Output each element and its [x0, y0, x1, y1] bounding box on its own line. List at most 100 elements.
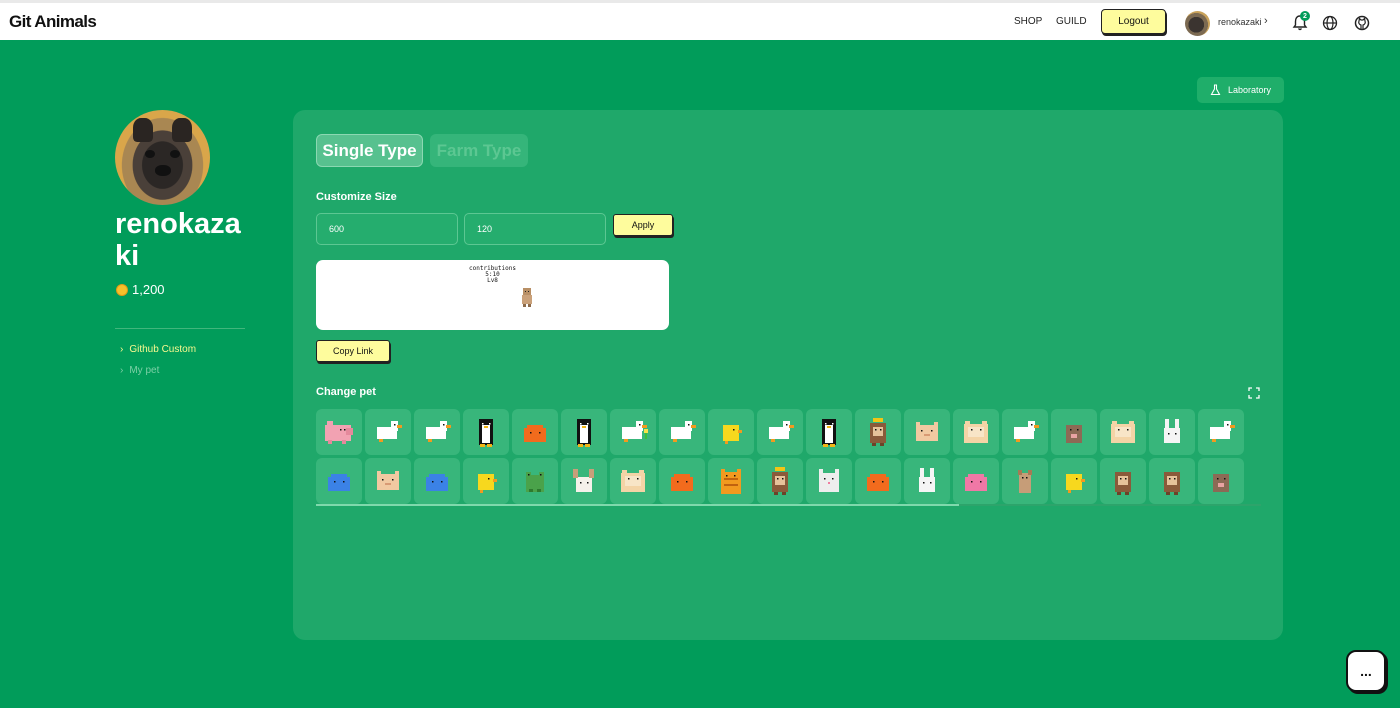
pet-card[interactable] [1149, 409, 1195, 455]
pet-card[interactable] [561, 458, 607, 504]
pet-card[interactable] [953, 458, 999, 504]
sidebar-divider [115, 328, 245, 329]
app-logo[interactable]: Git Animals [9, 12, 97, 32]
nav-shop-link[interactable]: SHOP [1014, 16, 1042, 27]
slime-orange-icon [867, 474, 889, 491]
pet-card[interactable] [561, 409, 607, 455]
slime-orange-icon [524, 425, 546, 442]
pet-card[interactable] [610, 409, 656, 455]
expand-icon[interactable] [1248, 387, 1260, 399]
pet-card[interactable] [1051, 409, 1097, 455]
pet-card[interactable] [904, 458, 950, 504]
customize-panel: Single Type Farm Type Customize Size 600… [293, 110, 1283, 640]
chevron-right-icon[interactable]: › [1264, 15, 1268, 27]
pet-card[interactable] [659, 409, 705, 455]
pet-card[interactable] [806, 458, 852, 504]
pet-card[interactable] [708, 458, 754, 504]
pet-card[interactable] [414, 458, 460, 504]
apply-button[interactable]: Apply [613, 214, 673, 236]
profile-avatar [115, 110, 210, 205]
pet-card[interactable] [512, 409, 558, 455]
tiger-cat-icon [721, 469, 741, 494]
pet-card[interactable] [1100, 458, 1146, 504]
goose-icon [426, 421, 451, 442]
monkey-crown-icon [772, 467, 788, 495]
rabbit-brown-icon [573, 469, 594, 492]
slime-blue-icon [426, 474, 448, 491]
pet-card[interactable] [953, 409, 999, 455]
cat-tan-icon [377, 471, 399, 490]
flask-icon [1210, 84, 1221, 96]
laboratory-button[interactable]: Laboratory [1197, 77, 1284, 103]
pet-card[interactable] [806, 409, 852, 455]
copy-link-button[interactable]: Copy Link [316, 340, 390, 362]
pet-card[interactable] [1100, 409, 1146, 455]
pet-card[interactable] [463, 458, 509, 504]
slime-pink-icon [965, 474, 987, 491]
goose-icon [769, 421, 794, 442]
pet-card[interactable] [855, 409, 901, 455]
pet-card[interactable] [1002, 458, 1048, 504]
chat-button[interactable]: ... [1346, 650, 1386, 692]
avatar-eye-right [170, 150, 180, 158]
pet-card[interactable] [659, 458, 705, 504]
pet-card[interactable] [757, 458, 803, 504]
pet-card[interactable] [708, 409, 754, 455]
preview-level: Lv8 [487, 277, 498, 284]
sidebar-item-my-pet[interactable]: › My pet [120, 365, 159, 376]
hamster-icon [621, 470, 645, 492]
pet-card[interactable] [610, 458, 656, 504]
goose-flower-icon [622, 421, 648, 442]
coin-balance: 1,200 [116, 282, 165, 297]
notification-badge: 2 [1300, 11, 1310, 21]
pet-list-row-2 [316, 458, 1244, 504]
pet-card[interactable] [855, 458, 901, 504]
hamster-icon [964, 421, 988, 443]
change-pet-label: Change pet [316, 386, 376, 398]
pet-card[interactable] [316, 458, 362, 504]
pet-card[interactable] [365, 458, 411, 504]
pet-card[interactable] [316, 409, 362, 455]
scrollbar-thumb[interactable] [316, 504, 959, 506]
pet-card[interactable] [1149, 458, 1195, 504]
coin-icon [116, 283, 128, 296]
pet-card[interactable] [414, 409, 460, 455]
customize-size-label: Customize Size [316, 191, 397, 203]
nav-guild-link[interactable]: GUILD [1056, 16, 1087, 27]
pet-card[interactable] [512, 458, 558, 504]
pet-card[interactable] [1198, 409, 1244, 455]
pet-card[interactable] [463, 409, 509, 455]
globe-icon[interactable] [1320, 13, 1340, 33]
goose-icon [377, 421, 402, 442]
user-avatar[interactable] [1185, 11, 1210, 36]
pet-card[interactable] [365, 409, 411, 455]
height-input[interactable]: 120 [464, 213, 606, 245]
pet-card[interactable] [1051, 458, 1097, 504]
header-username[interactable]: renokazaki [1218, 17, 1262, 27]
chick-icon [723, 425, 742, 444]
logout-button[interactable]: Logout [1101, 9, 1166, 34]
pet-card[interactable] [757, 409, 803, 455]
tab-farm-type[interactable]: Farm Type [430, 134, 528, 167]
pet-list-row-1 [316, 409, 1244, 455]
pet-list-scrollbar[interactable] [316, 504, 1261, 506]
dog-small-icon [1018, 470, 1032, 493]
chevron-right-icon: › [120, 344, 124, 355]
monkey-crown-icon [870, 418, 886, 446]
sidebar-item-label: Github Custom [129, 344, 197, 355]
github-icon[interactable] [1352, 13, 1372, 33]
chick-icon [1066, 474, 1085, 493]
penguin-icon [822, 419, 836, 447]
width-input[interactable]: 600 [316, 213, 458, 245]
chevron-right-icon: › [120, 365, 124, 376]
tab-single-type[interactable]: Single Type [316, 134, 423, 167]
pet-card[interactable] [1198, 458, 1244, 504]
cat-tan-icon [916, 422, 938, 441]
sidebar-item-github-custom[interactable]: › Github Custom [120, 344, 196, 355]
avatar-ear-right [172, 118, 192, 142]
pet-card[interactable] [904, 409, 950, 455]
laboratory-label: Laboratory [1227, 85, 1272, 95]
pet-card[interactable] [1002, 409, 1048, 455]
rabbit-icon [919, 468, 935, 492]
slime-orange-icon [671, 474, 693, 491]
